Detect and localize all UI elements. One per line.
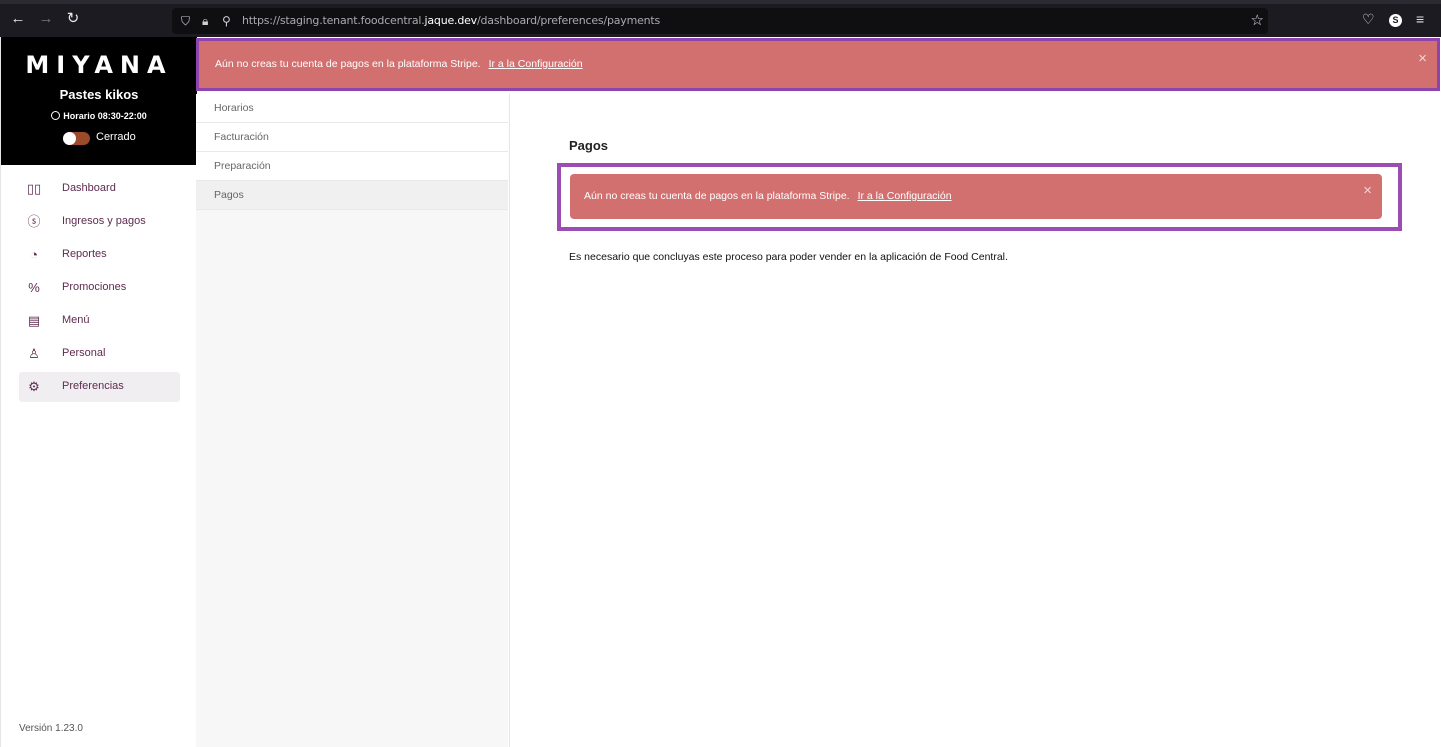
subnav-item-pagos[interactable]: Pagos <box>196 181 508 210</box>
account-avatar[interactable]: S <box>1389 14 1402 27</box>
tab-strip <box>0 0 1441 4</box>
dashboard-icon: ▯▯ <box>26 181 42 196</box>
subnav-item-horarios[interactable]: Horarios <box>196 94 508 123</box>
back-icon[interactable]: ← <box>9 10 27 28</box>
sidebar: MIYANA Pastes kikos Horario 08:30-22:00 … <box>0 37 197 747</box>
main-content: Pagos Aún no creas tu cuenta de pagos en… <box>509 94 1441 747</box>
sidebar-item-menu[interactable]: ▤ Menú <box>19 306 180 336</box>
subnav-item-facturacion[interactable]: Facturación <box>196 123 508 152</box>
lock-icon[interactable]: 🔒︎ <box>202 12 208 30</box>
browser-toolbar: ← → ↻ ⛉ 🔒︎ ⚲ https://staging.tenant.food… <box>0 0 1441 37</box>
dollar-icon: ⓢ <box>27 214 41 229</box>
bookmark-star-icon[interactable]: ☆ <box>1251 11 1264 29</box>
logo: MIYANA <box>25 51 173 79</box>
store-name: Pastes kikos <box>59 87 139 102</box>
clock-icon <box>51 111 61 120</box>
payments-instructions: Es necesario que concluyas este proceso … <box>569 251 1008 263</box>
brand-panel: MIYANA Pastes kikos Horario 08:30-22:00 … <box>1 37 197 165</box>
configuration-link[interactable]: Ir a la Configuración <box>858 190 952 202</box>
stripe-alert: Aún no creas tu cuenta de pagos en la pl… <box>570 174 1382 219</box>
alert-text: Aún no creas tu cuenta de pagos en la pl… <box>584 190 952 202</box>
shield-icon[interactable]: ⛉ <box>181 12 190 30</box>
address-bar[interactable]: ⛉ 🔒︎ ⚲ https://staging.tenant.foodcentra… <box>172 8 1268 34</box>
preferences-subnav: Horarios Facturación Preparación Pagos <box>196 94 508 747</box>
version-label: Versión 1.23.0 <box>19 723 83 734</box>
pie-chart-icon: ◔ <box>30 247 38 262</box>
staff-icon: ♙ <box>28 346 40 361</box>
highlight-frame: Aún no creas tu cuenta de pagos en la pl… <box>557 163 1402 231</box>
close-icon[interactable]: × <box>1363 182 1372 199</box>
percent-icon: % <box>28 280 40 295</box>
forward-icon[interactable]: → <box>37 10 55 28</box>
close-icon[interactable]: × <box>1418 50 1427 67</box>
subnav-item-preparacion[interactable]: Preparación <box>196 152 508 181</box>
gear-icon: ⚙ <box>28 379 40 394</box>
alert-text: Aún no creas tu cuenta de pagos en la pl… <box>215 58 583 70</box>
store-hours: Horario 08:30-22:00 <box>1 111 197 121</box>
pocket-icon[interactable]: ♡ <box>1362 10 1375 28</box>
sidebar-item-ingresos[interactable]: ⓢ Ingresos y pagos <box>19 207 180 237</box>
sidebar-item-dashboard[interactable]: ▯▯ Dashboard <box>19 174 180 204</box>
sidebar-item-personal[interactable]: ♙ Personal <box>19 339 180 369</box>
status-label: Cerrado <box>96 131 136 143</box>
url-text[interactable]: https://staging.tenant.foodcentral.jaque… <box>242 13 660 29</box>
top-stripe-alert: Aún no creas tu cuenta de pagos en la pl… <box>196 38 1440 91</box>
reload-icon[interactable]: ↻ <box>64 10 82 28</box>
configuration-link[interactable]: Ir a la Configuración <box>489 58 583 70</box>
permissions-icon[interactable]: ⚲ <box>222 12 231 30</box>
sidebar-item-preferencias[interactable]: ⚙ Preferencias <box>19 372 180 402</box>
sidebar-item-reportes[interactable]: ◔ Reportes <box>19 240 180 270</box>
toggle-knob <box>63 132 76 145</box>
menu-doc-icon: ▤ <box>27 313 41 328</box>
open-toggle[interactable] <box>63 132 90 145</box>
sidebar-item-promociones[interactable]: % Promociones <box>19 273 180 303</box>
hamburger-menu-icon[interactable]: ≡ <box>1416 10 1424 28</box>
page-title: Pagos <box>569 138 609 153</box>
sidebar-menu: ▯▯ Dashboard ⓢ Ingresos y pagos ◔ Report… <box>19 174 180 405</box>
